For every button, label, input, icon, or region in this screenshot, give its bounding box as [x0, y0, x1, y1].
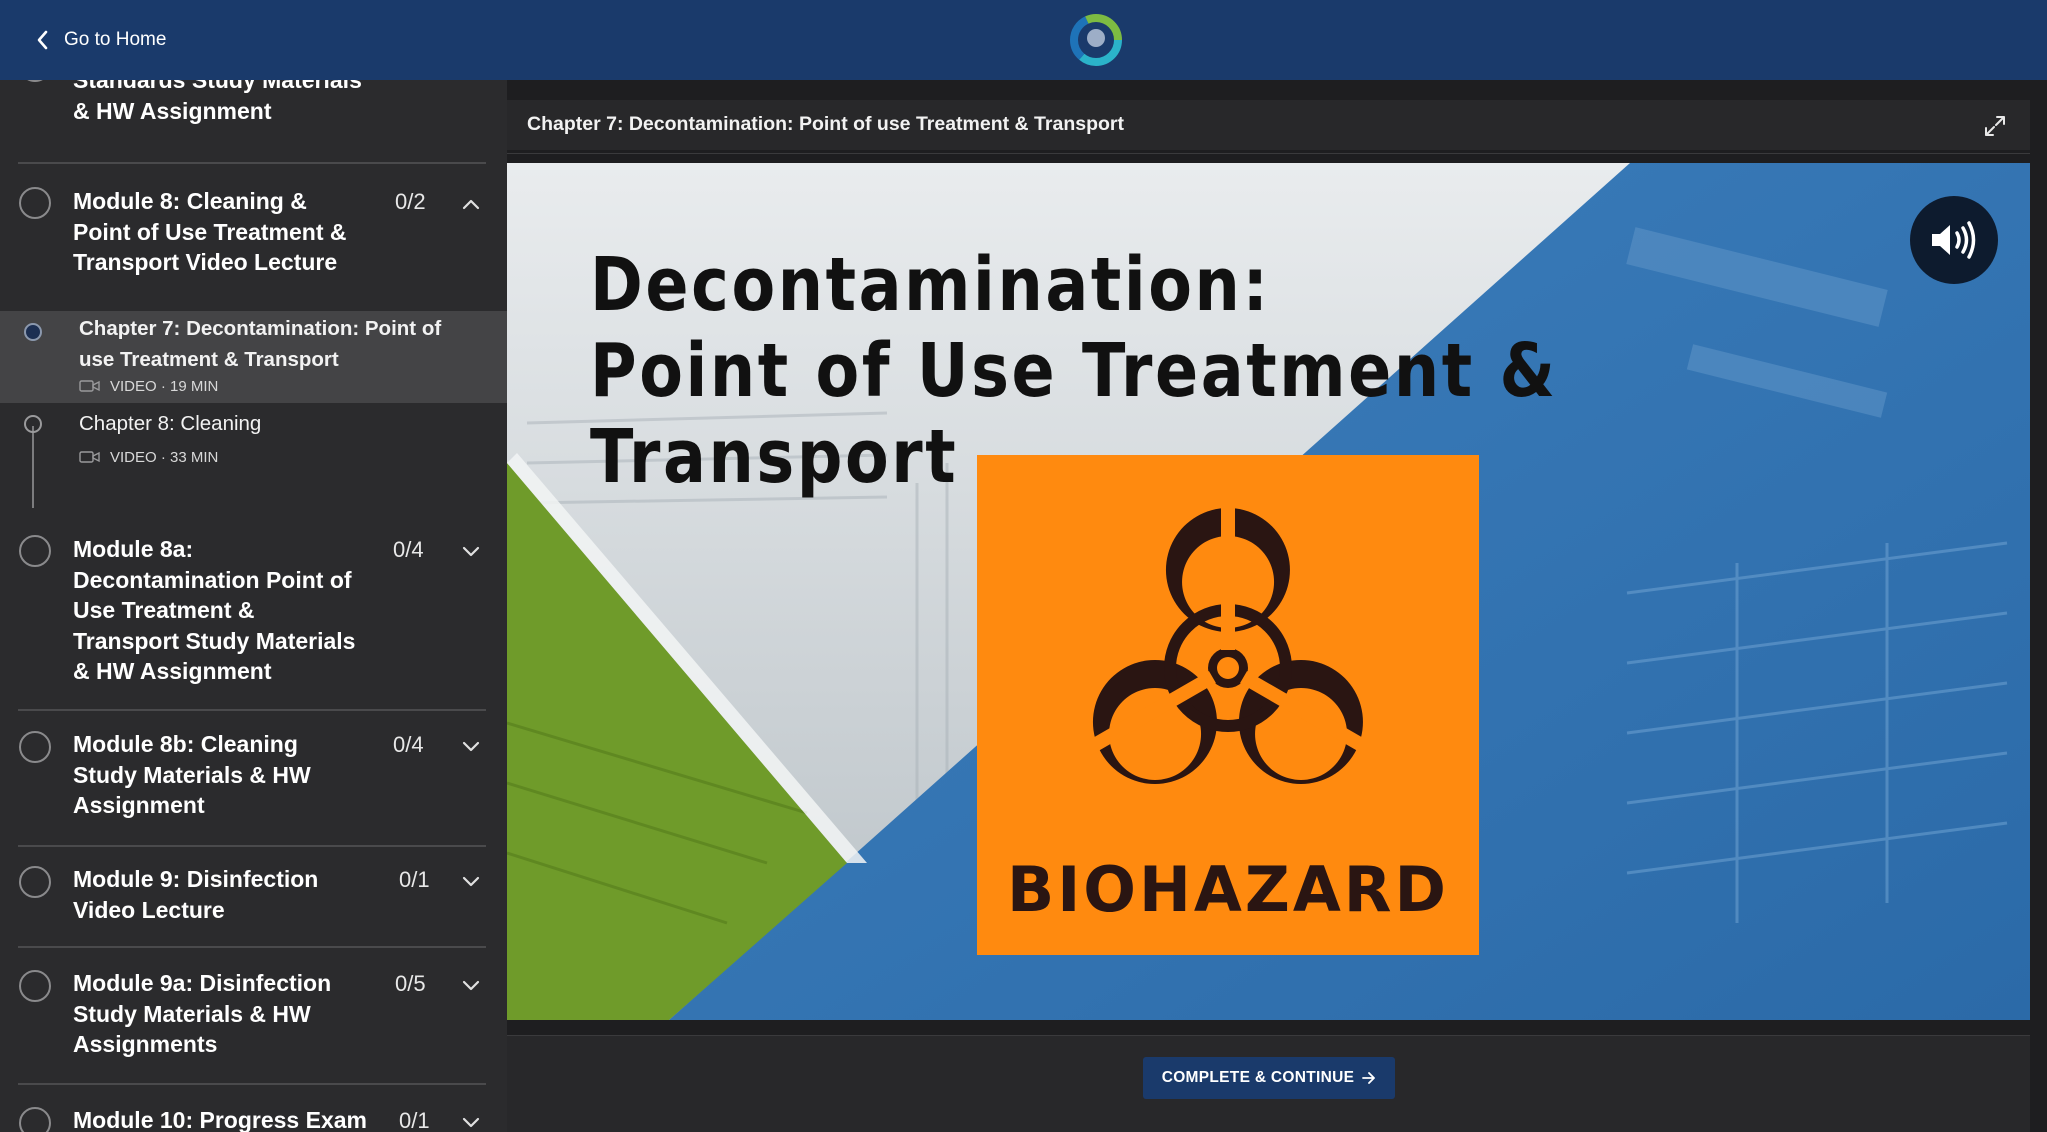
- biohazard-sign-text: BIOHAZARD: [1006, 853, 1450, 926]
- module-progress-circle-icon: [19, 187, 51, 219]
- lesson-current-dot-icon: [24, 323, 42, 341]
- lesson-title: Chapter 7: Decontamination: Point of use…: [79, 317, 442, 371]
- module-progress-count: 0/1: [399, 1108, 430, 1132]
- top-bar: Go to Home: [0, 0, 2047, 80]
- module-item-standards-study-materials[interactable]: Standards Study Materials & HW Assignmen…: [18, 80, 486, 164]
- chevron-up-icon[interactable]: [461, 197, 481, 211]
- module-item-module-9[interactable]: Module 9: Disinfection Video Lecture 0/1: [18, 863, 486, 948]
- lesson-content-area: Chapter 7: Decontamination: Point of use…: [507, 80, 2047, 1132]
- module-title: Module 10: Progress Exam: [73, 1107, 367, 1132]
- module-title: Module 8: Cleaning & Point of Use Treatm…: [73, 188, 347, 275]
- module-progress-count: 0/4: [393, 537, 424, 562]
- fullscreen-icon[interactable]: [1983, 114, 2007, 138]
- module-item-module-9a[interactable]: Module 9a: Disinfection Study Materials …: [18, 967, 486, 1085]
- module-title: Module 8b: Cleaning Study Materials & HW…: [73, 731, 311, 818]
- module-title: Module 9: Disinfection Video Lecture: [73, 866, 319, 923]
- lesson-meta: VIDEO · 19 MIN: [79, 376, 218, 396]
- module-title: Standards Study Materials & HW Assignmen…: [73, 80, 362, 124]
- lesson-header-title: Chapter 7: Decontamination: Point of use…: [527, 113, 1124, 135]
- module-progress-circle-icon: [19, 1107, 51, 1132]
- chevron-down-icon[interactable]: [461, 544, 481, 558]
- header-divider: [507, 153, 2030, 154]
- lesson-item-chapter-7[interactable]: Chapter 7: Decontamination: Point of use…: [0, 311, 507, 403]
- speaker-volume-icon: [1932, 221, 1976, 259]
- module-progress-circle-icon: [19, 970, 51, 1002]
- video-camera-icon: [79, 380, 100, 392]
- module-divider: [18, 162, 486, 164]
- unmute-button[interactable]: [1910, 196, 1998, 284]
- go-to-home-label: Go to Home: [64, 29, 167, 50]
- brand-logo[interactable]: [1068, 12, 1124, 68]
- lesson-item-chapter-8[interactable]: Chapter 8: Cleaning VIDEO · 33 MIN: [0, 403, 507, 483]
- lesson-status-circle-icon: [24, 415, 42, 433]
- arrow-right-icon: [1362, 1072, 1376, 1084]
- module-progress-count: 0/2: [395, 189, 426, 214]
- chevron-left-icon: [37, 30, 48, 50]
- chevron-down-icon[interactable]: [461, 1115, 481, 1129]
- module-divider: [18, 709, 486, 711]
- video-camera-icon: [79, 451, 100, 463]
- module-progress-circle-icon: [19, 866, 51, 898]
- chevron-down-icon[interactable]: [461, 978, 481, 992]
- module-divider: [18, 845, 486, 847]
- module-item-module-8a[interactable]: Module 8a: Decontamination Point of Use …: [18, 530, 486, 711]
- lesson-meta: VIDEO · 33 MIN: [79, 447, 218, 467]
- lesson-title: Chapter 8: Cleaning: [79, 412, 262, 435]
- module-item-module-10[interactable]: Module 10: Progress Exam 0/1: [18, 1103, 486, 1132]
- module-divider: [18, 946, 486, 948]
- module-item-module-8b[interactable]: Module 8b: Cleaning Study Materials & HW…: [18, 727, 486, 847]
- chevron-down-icon[interactable]: [461, 739, 481, 753]
- video-header: Chapter 7: Decontamination: Point of use…: [507, 100, 2030, 150]
- module-title: Module 9a: Disinfection Study Materials …: [73, 970, 332, 1057]
- module-divider: [18, 1083, 486, 1085]
- module-progress-count: 0/5: [395, 971, 426, 996]
- module-progress-circle-icon: [19, 535, 51, 567]
- go-to-home-link[interactable]: Go to Home: [36, 26, 166, 54]
- video-player[interactable]: Decontamination: Point of Use Treatment …: [507, 163, 2030, 1020]
- module-progress-circle-icon: [19, 80, 51, 82]
- module-progress-count: 0/1: [399, 867, 430, 892]
- module-title: Module 8a: Decontamination Point of Use …: [73, 536, 356, 684]
- biohazard-icon: [1089, 500, 1367, 784]
- complete-and-continue-label: COMPLETE & CONTINUE: [1161, 1069, 1355, 1086]
- module-progress-circle-icon: [19, 731, 51, 763]
- complete-and-continue-button[interactable]: COMPLETE & CONTINUE: [1143, 1057, 1395, 1099]
- chevron-down-icon[interactable]: [461, 874, 481, 888]
- course-curriculum-sidebar: Standards Study Materials & HW Assignmen…: [0, 80, 507, 1132]
- module-progress-count: 0/4: [393, 732, 424, 757]
- biohazard-sign: BIOHAZARD: [977, 455, 1479, 955]
